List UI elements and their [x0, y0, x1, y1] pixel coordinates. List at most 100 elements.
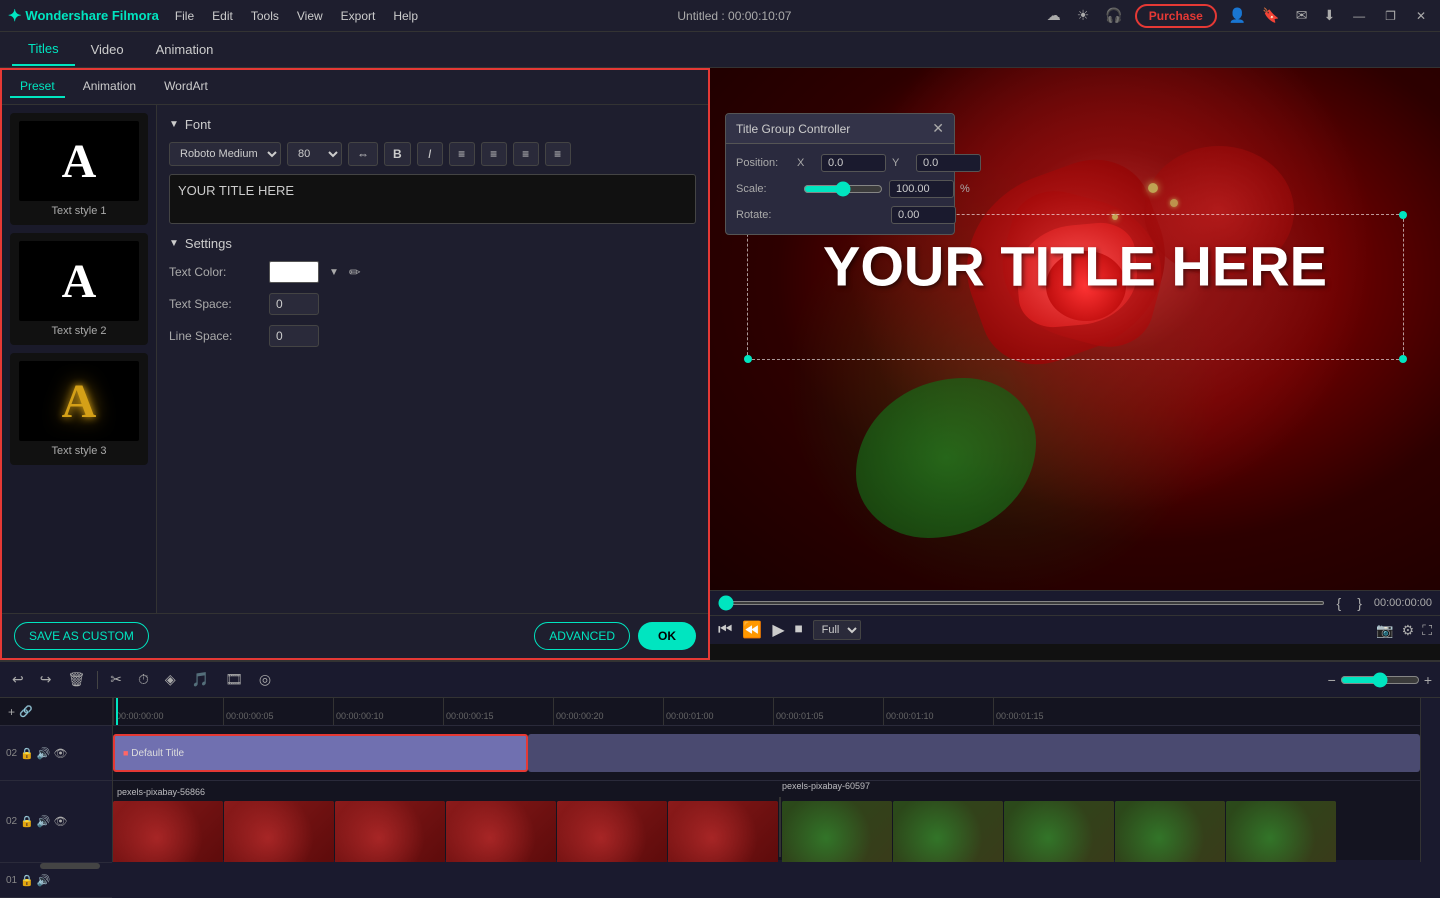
- align-right-btn[interactable]: ≡: [513, 142, 539, 166]
- text-space-input[interactable]: [269, 293, 319, 315]
- stabilize-btn[interactable]: ◎: [255, 669, 275, 690]
- title-clip[interactable]: ■ Default Title: [113, 734, 528, 772]
- eye-icon[interactable]: 👁: [54, 747, 68, 760]
- eyedropper-icon[interactable]: ✏: [349, 264, 361, 281]
- user-icon[interactable]: 👤: [1225, 5, 1250, 26]
- style-item-3[interactable]: A Text style 3: [10, 353, 148, 465]
- video-clip-1e[interactable]: [557, 801, 667, 862]
- color-picker[interactable]: [269, 261, 319, 283]
- ok-button[interactable]: OK: [638, 622, 696, 650]
- font-section-header[interactable]: ▼ Font: [169, 117, 696, 132]
- align-center-btn[interactable]: ≡: [481, 142, 507, 166]
- redo-btn[interactable]: ↪: [36, 669, 56, 690]
- download-icon[interactable]: ⬇: [1319, 5, 1339, 26]
- font-family-select[interactable]: Roboto Medium: [169, 142, 281, 166]
- maximize-button[interactable]: ❐: [1379, 7, 1402, 25]
- preset-tab-animation[interactable]: Animation: [73, 76, 146, 98]
- speed-btn[interactable]: ⏱: [134, 669, 153, 690]
- volume-icon[interactable]: 🔊: [37, 747, 51, 760]
- quality-select[interactable]: Full: [813, 620, 861, 640]
- bold-btn[interactable]: B: [384, 142, 411, 166]
- zoom-slider[interactable]: [1340, 672, 1420, 688]
- clip-btn[interactable]: 🎞: [221, 669, 247, 690]
- purchase-button[interactable]: Purchase: [1135, 4, 1217, 28]
- in-point-btn[interactable]: {: [1333, 595, 1346, 611]
- video-clip-2c[interactable]: [1004, 801, 1114, 862]
- video-clip-1d[interactable]: [446, 801, 556, 862]
- bookmark-icon[interactable]: 🔖: [1258, 5, 1283, 26]
- zoom-out-icon[interactable]: −: [1328, 672, 1336, 688]
- video-clip-1a[interactable]: [113, 801, 223, 862]
- align-left-btn[interactable]: ≡: [449, 142, 475, 166]
- save-as-custom-button[interactable]: SAVE AS CUSTOM: [14, 622, 149, 650]
- timebar[interactable]: 00:00:00:00 00:00:00:05 00:00:00:10 00:0…: [113, 698, 1420, 726]
- step-back-btn[interactable]: ⏪: [742, 620, 762, 640]
- video-clip-1b[interactable]: [224, 801, 334, 862]
- audio-btn[interactable]: 🎵: [188, 669, 213, 690]
- align-justify-btn[interactable]: ≡: [545, 142, 571, 166]
- color-dropdown-icon[interactable]: ▼: [329, 267, 339, 278]
- rewind-btn[interactable]: ⏮: [718, 621, 732, 639]
- delete-btn[interactable]: 🗑: [63, 669, 89, 690]
- color-btn[interactable]: ◈: [161, 669, 180, 690]
- video-clip-2d[interactable]: [1115, 801, 1225, 862]
- snapshot-icon[interactable]: 📷: [1376, 622, 1393, 639]
- video-clip-2e[interactable]: [1226, 801, 1336, 862]
- text-input[interactable]: YOUR TITLE HERE: [169, 174, 696, 224]
- tab-animation[interactable]: Animation: [140, 34, 230, 65]
- line-space-input[interactable]: [269, 325, 319, 347]
- video-eye-icon[interactable]: 👁: [54, 815, 68, 828]
- link-icon[interactable]: 🔗: [19, 705, 33, 718]
- settings-section-header[interactable]: ▼ Settings: [169, 236, 696, 251]
- headphone-icon[interactable]: 🎧: [1101, 5, 1126, 26]
- tgc-scale-slider[interactable]: [803, 181, 883, 197]
- preset-tab-preset[interactable]: Preset: [10, 76, 65, 98]
- tab-video[interactable]: Video: [75, 34, 140, 65]
- out-point-btn[interactable]: }: [1353, 595, 1366, 611]
- font-size-select[interactable]: 80: [287, 142, 342, 166]
- style-item-1[interactable]: A Text style 1: [10, 113, 148, 225]
- style-item-2[interactable]: A Text style 2: [10, 233, 148, 345]
- tgc-x-input[interactable]: [821, 154, 886, 172]
- menu-tools[interactable]: Tools: [243, 5, 287, 27]
- tgc-scale-input[interactable]: [889, 180, 954, 198]
- menu-view[interactable]: View: [289, 5, 331, 27]
- spacing-btn[interactable]: ⇔: [348, 142, 378, 166]
- tgc-close-btn[interactable]: ✕: [932, 120, 944, 137]
- preview-title-text[interactable]: YOUR TITLE HERE: [823, 234, 1327, 299]
- video-clip-1f[interactable]: [668, 801, 778, 862]
- menu-export[interactable]: Export: [333, 5, 384, 27]
- menu-help[interactable]: Help: [385, 5, 426, 27]
- tgc-y-input[interactable]: [916, 154, 981, 172]
- menu-edit[interactable]: Edit: [204, 5, 241, 27]
- stop-btn[interactable]: ⏹: [795, 621, 803, 639]
- preview-timeline-slider[interactable]: [718, 601, 1325, 605]
- lock-icon[interactable]: 🔒: [20, 747, 34, 760]
- audio-volume-icon[interactable]: 🔊: [37, 874, 51, 887]
- audio-lock-icon[interactable]: 🔒: [20, 874, 34, 887]
- video-clip-2a[interactable]: [782, 801, 892, 862]
- zoom-in-icon[interactable]: +: [1424, 672, 1432, 688]
- tgc-rotate-input[interactable]: [891, 206, 956, 224]
- timeline-scrollbar[interactable]: [0, 863, 1440, 871]
- video-clip-2b[interactable]: [893, 801, 1003, 862]
- expand-icon[interactable]: ⛶: [1422, 622, 1432, 639]
- video-clip-1c[interactable]: [335, 801, 445, 862]
- play-btn[interactable]: ▶: [772, 620, 784, 640]
- cut-btn[interactable]: ✂: [106, 669, 126, 690]
- video-lock-icon[interactable]: 🔒: [20, 815, 34, 828]
- mail-icon[interactable]: ✉: [1292, 5, 1312, 26]
- add-track-icon[interactable]: +: [8, 705, 15, 719]
- italic-btn[interactable]: I: [417, 142, 443, 166]
- advanced-button[interactable]: ADVANCED: [534, 622, 630, 650]
- undo-btn[interactable]: ↩: [8, 669, 28, 690]
- close-button[interactable]: ✕: [1410, 7, 1432, 25]
- settings-icon[interactable]: ⚙: [1402, 622, 1415, 639]
- video-volume-icon[interactable]: 🔊: [37, 815, 51, 828]
- menu-file[interactable]: File: [167, 5, 202, 27]
- cloud-icon[interactable]: ☁: [1043, 5, 1065, 26]
- preset-tab-wordart[interactable]: WordArt: [154, 76, 218, 98]
- tab-titles[interactable]: Titles: [12, 33, 75, 66]
- sun-icon[interactable]: ☀: [1073, 5, 1094, 26]
- minimize-button[interactable]: —: [1347, 7, 1371, 25]
